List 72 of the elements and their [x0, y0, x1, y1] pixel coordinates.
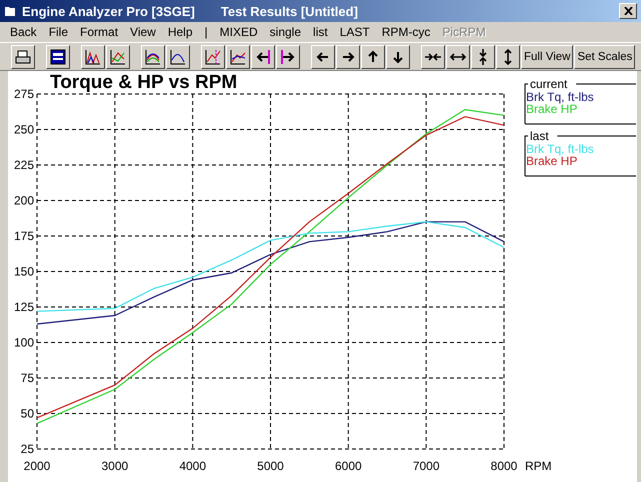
window-icon: [4, 5, 16, 17]
close-icon: [624, 7, 632, 15]
menu-item[interactable]: MIXED: [214, 25, 264, 39]
arrow-right-bar-icon: [279, 48, 297, 66]
legend-entry: Brk Tq, ft-lbs: [526, 142, 594, 156]
toolbar-button[interactable]: [496, 44, 520, 68]
menu-item[interactable]: Back: [4, 25, 43, 39]
toolbar-button[interactable]: [311, 44, 335, 68]
toolbar-button[interactable]: [251, 44, 275, 68]
toolbar-button[interactable]: [386, 44, 410, 68]
axis-tick-label: 250: [14, 122, 34, 136]
menu-item[interactable]: RPM-cyc: [376, 25, 436, 39]
toolbar-button[interactable]: Full View: [521, 44, 574, 68]
axis-tick-label: 100: [14, 336, 34, 350]
legend-heading: current: [530, 77, 568, 91]
chart-icon: [109, 48, 127, 66]
printer-icon: [14, 48, 32, 66]
toolbar-button[interactable]: [361, 44, 385, 68]
chart-icon: [169, 48, 187, 66]
axis-tick-label: 2000: [24, 459, 50, 473]
axis-tick-label: 125: [14, 300, 34, 314]
menu-item[interactable]: Help: [162, 25, 199, 39]
chart-icon: [84, 48, 102, 66]
toolbar-button[interactable]: [106, 44, 130, 68]
axis-tick-label: 5000: [257, 459, 284, 473]
axis-tick-label: 6000: [334, 459, 362, 473]
axis-tick-label: 225: [14, 158, 34, 172]
close-button[interactable]: [619, 3, 637, 19]
legend-entry: Brk Tq, ft-lbs: [526, 90, 594, 104]
axis-tick-label: 3000: [101, 459, 128, 473]
legend-heading: last: [530, 129, 549, 143]
toolbar-button[interactable]: Set Scales: [574, 44, 636, 68]
chart-icon: [204, 48, 222, 66]
menu-item[interactable]: View: [124, 25, 162, 39]
chart-title: Torque & HP vs RPM: [50, 72, 238, 93]
legend-entry: Brake HP: [526, 102, 578, 116]
document-title: Test Results [Untitled]: [220, 4, 358, 18]
chart-icon: [144, 48, 162, 66]
axis-tick-label: 75: [20, 371, 34, 385]
axis-tick-label: 7000: [412, 459, 440, 473]
toolbar-button[interactable]: [471, 44, 495, 68]
toolbar-button[interactable]: [11, 44, 35, 68]
menu-item[interactable]: Format: [74, 25, 124, 39]
toolbar-button[interactable]: [166, 44, 190, 68]
toolbar-button[interactable]: [46, 44, 70, 68]
axis-tick-label: 175: [14, 229, 34, 243]
axis-tick-label: 4000: [179, 459, 206, 473]
toolbar-button[interactable]: [141, 44, 165, 68]
menu-item[interactable]: File: [42, 25, 74, 39]
toolbar-button[interactable]: [421, 44, 445, 68]
axis-tick-label: 25: [20, 442, 34, 456]
axis-label: RPM: [525, 459, 552, 473]
window-title: Engine Analyzer Pro [3SGE]: [22, 4, 195, 18]
menu-item[interactable]: single: [264, 25, 308, 39]
toolbar-button[interactable]: [336, 44, 360, 68]
axis-tick-label: 275: [14, 87, 34, 101]
arrow-left-bar-icon: [254, 48, 272, 66]
menu-item[interactable]: list: [307, 25, 334, 39]
toolbar-button[interactable]: [81, 44, 105, 68]
toolbar-button[interactable]: [201, 44, 225, 68]
legend-entry: Brake HP: [526, 154, 578, 168]
axis-tick-label: 200: [14, 194, 34, 208]
toolbar-button[interactable]: [226, 44, 250, 68]
menu-separator: |: [204, 25, 209, 39]
toolbar-button[interactable]: [276, 44, 300, 68]
axis-tick-label: 50: [20, 406, 34, 420]
axis-tick-label: 8000: [490, 459, 518, 473]
menu-item[interactable]: LAST: [334, 25, 376, 39]
chart-icon: [229, 48, 247, 66]
toolbar-button[interactable]: [446, 44, 470, 68]
screen-icon: [49, 48, 67, 66]
axis-tick-label: 150: [14, 264, 34, 278]
